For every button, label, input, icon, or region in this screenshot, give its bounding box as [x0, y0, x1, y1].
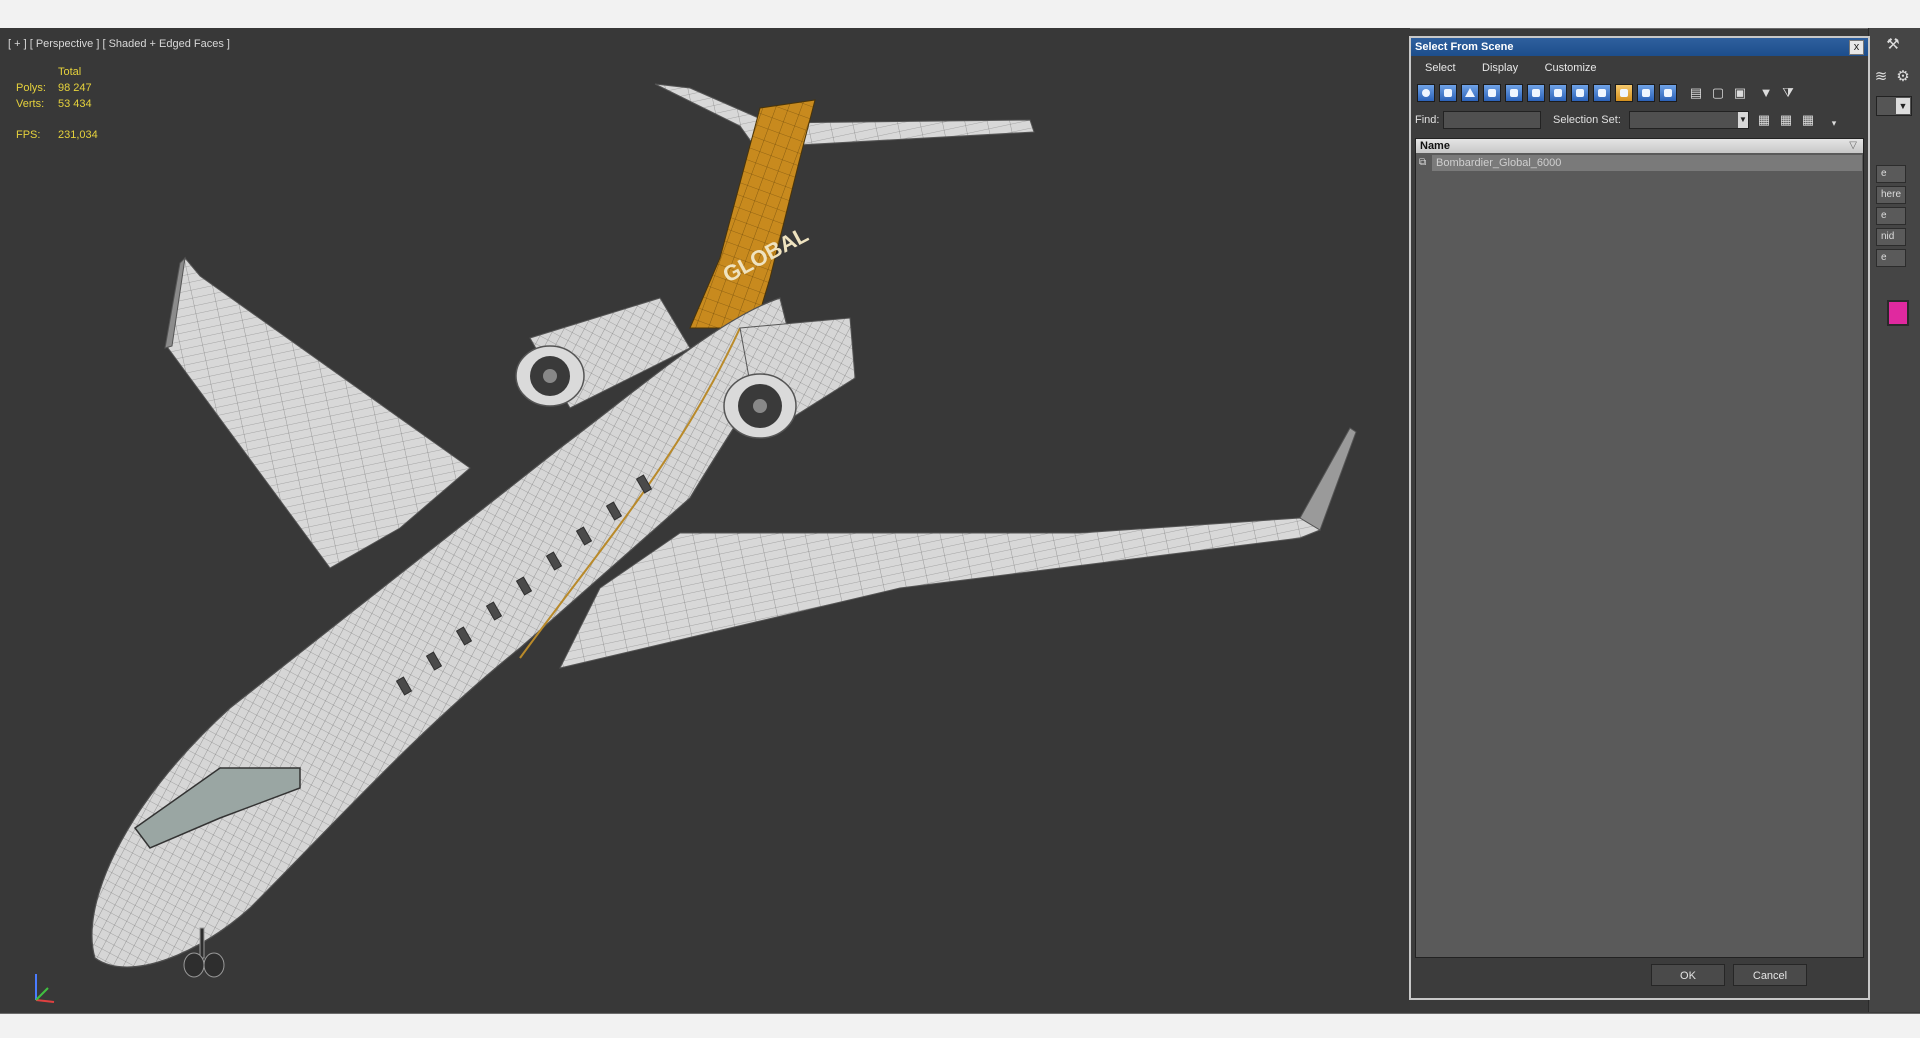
fps-value: 231,034: [58, 129, 98, 141]
group-object-icon: ⧉: [1419, 157, 1427, 168]
right-wing: [559, 517, 1322, 669]
selection-set-input[interactable]: [1629, 111, 1749, 129]
overflow-chevron-icon[interactable]: ▾: [1825, 114, 1843, 132]
selection-set-label: Selection Set:: [1553, 114, 1621, 126]
dialog-menubar: Select Display Customize: [1411, 58, 1868, 78]
selection-set-dropdown-icon[interactable]: ▼: [1738, 112, 1748, 128]
command-dropdown[interactable]: ▼: [1876, 96, 1912, 116]
display-bones-icon[interactable]: [1593, 84, 1611, 102]
find-input[interactable]: [1443, 111, 1541, 129]
fps-label: FPS:: [16, 129, 41, 141]
find-label: Find:: [1415, 114, 1440, 126]
viewport-label[interactable]: [ + ] [ Perspective ] [ Shaded + Edged F…: [8, 38, 230, 50]
polys-label: Polys:: [16, 82, 46, 94]
verts-label: Verts:: [16, 98, 45, 110]
display-frozen-icon[interactable]: [1637, 84, 1655, 102]
remove-selection-set-icon[interactable]: ▦: [1799, 111, 1817, 129]
display-groups-icon[interactable]: [1549, 84, 1567, 102]
create-selection-set-icon[interactable]: ▦: [1755, 111, 1773, 129]
aircraft-wireframe-model: GLOBAL: [91, 83, 1357, 978]
polys-value: 98 247: [58, 82, 92, 94]
sort-filter-icon[interactable]: ⧩: [1779, 84, 1797, 102]
horizontal-stabilizer: [654, 83, 1035, 155]
filter-toolbar: ▤ ▢ ▣ ▼ ⧩: [1417, 84, 1862, 104]
menu-customize[interactable]: Customize: [1537, 58, 1605, 78]
display-lights-icon[interactable]: [1461, 84, 1479, 102]
display-invert-icon[interactable]: ▣: [1731, 84, 1749, 102]
display-space-warps-icon[interactable]: [1527, 84, 1545, 102]
scene-object-list[interactable]: Name ▽ ⧉ Bombardier_Global_6000: [1415, 138, 1864, 958]
close-icon[interactable]: x: [1849, 40, 1864, 55]
command-button-4[interactable]: nid: [1876, 228, 1906, 246]
object-color-swatch[interactable]: [1887, 300, 1909, 326]
command-button-3[interactable]: e: [1876, 207, 1906, 225]
vertical-tail: [689, 99, 816, 329]
hammer-icon[interactable]: ⚒: [1882, 34, 1904, 56]
left-wing: [167, 256, 471, 569]
filter-icon[interactable]: ▼: [1757, 84, 1775, 102]
name-header-label: Name: [1420, 140, 1450, 152]
menu-select[interactable]: Select: [1417, 58, 1464, 78]
perspective-viewport[interactable]: GLOBAL [+] [Perspective] [Shaded + …: [0, 28, 1410, 1012]
command-button-5[interactable]: e: [1876, 249, 1906, 267]
dialog-title[interactable]: Select From Scene: [1411, 38, 1868, 56]
select-from-scene-dialog: Select From Scene x Select Display Custo…: [1409, 36, 1870, 1000]
display-containers-icon[interactable]: [1615, 84, 1633, 102]
menu-display[interactable]: Display: [1474, 58, 1526, 78]
display-none-icon[interactable]: ▢: [1709, 84, 1727, 102]
settings-icon[interactable]: ⚙: [1892, 66, 1914, 88]
ok-button[interactable]: OK: [1651, 964, 1725, 986]
object-name: Bombardier_Global_6000: [1436, 157, 1562, 169]
display-geometry-icon[interactable]: [1417, 84, 1435, 102]
display-all-icon[interactable]: ▤: [1687, 84, 1705, 102]
edit-selection-set-icon[interactable]: ▦: [1777, 111, 1795, 129]
display-hidden-icon[interactable]: [1659, 84, 1677, 102]
cancel-button[interactable]: Cancel: [1733, 964, 1807, 986]
display-xrefs-icon[interactable]: [1571, 84, 1589, 102]
command-button-1[interactable]: e: [1876, 165, 1906, 183]
command-button-2[interactable]: here: [1876, 186, 1906, 204]
right-winglet: [1299, 427, 1357, 531]
display-helpers-icon[interactable]: [1505, 84, 1523, 102]
right-engine: [723, 317, 856, 439]
display-cameras-icon[interactable]: [1483, 84, 1501, 102]
name-column-header[interactable]: Name ▽: [1416, 139, 1863, 153]
find-bar: Find: Selection Set: ▼ ▦ ▦ ▦ ▾: [1411, 110, 1868, 132]
layers-icon[interactable]: ≋: [1870, 66, 1892, 88]
stats-total-label: Total: [58, 66, 82, 78]
statistics-overlay: Total Polys: 98 247 Verts: 53 434 FPS: 2…: [16, 66, 98, 145]
chevron-down-icon: ▼: [1896, 98, 1910, 114]
display-shapes-icon[interactable]: [1439, 84, 1457, 102]
verts-value: 53 434: [58, 98, 92, 110]
column-filter-icon[interactable]: ▽: [1845, 139, 1857, 153]
axis-tripod-icon: [35, 974, 55, 1003]
list-item[interactable]: ⧉ Bombardier_Global_6000: [1416, 155, 1863, 171]
